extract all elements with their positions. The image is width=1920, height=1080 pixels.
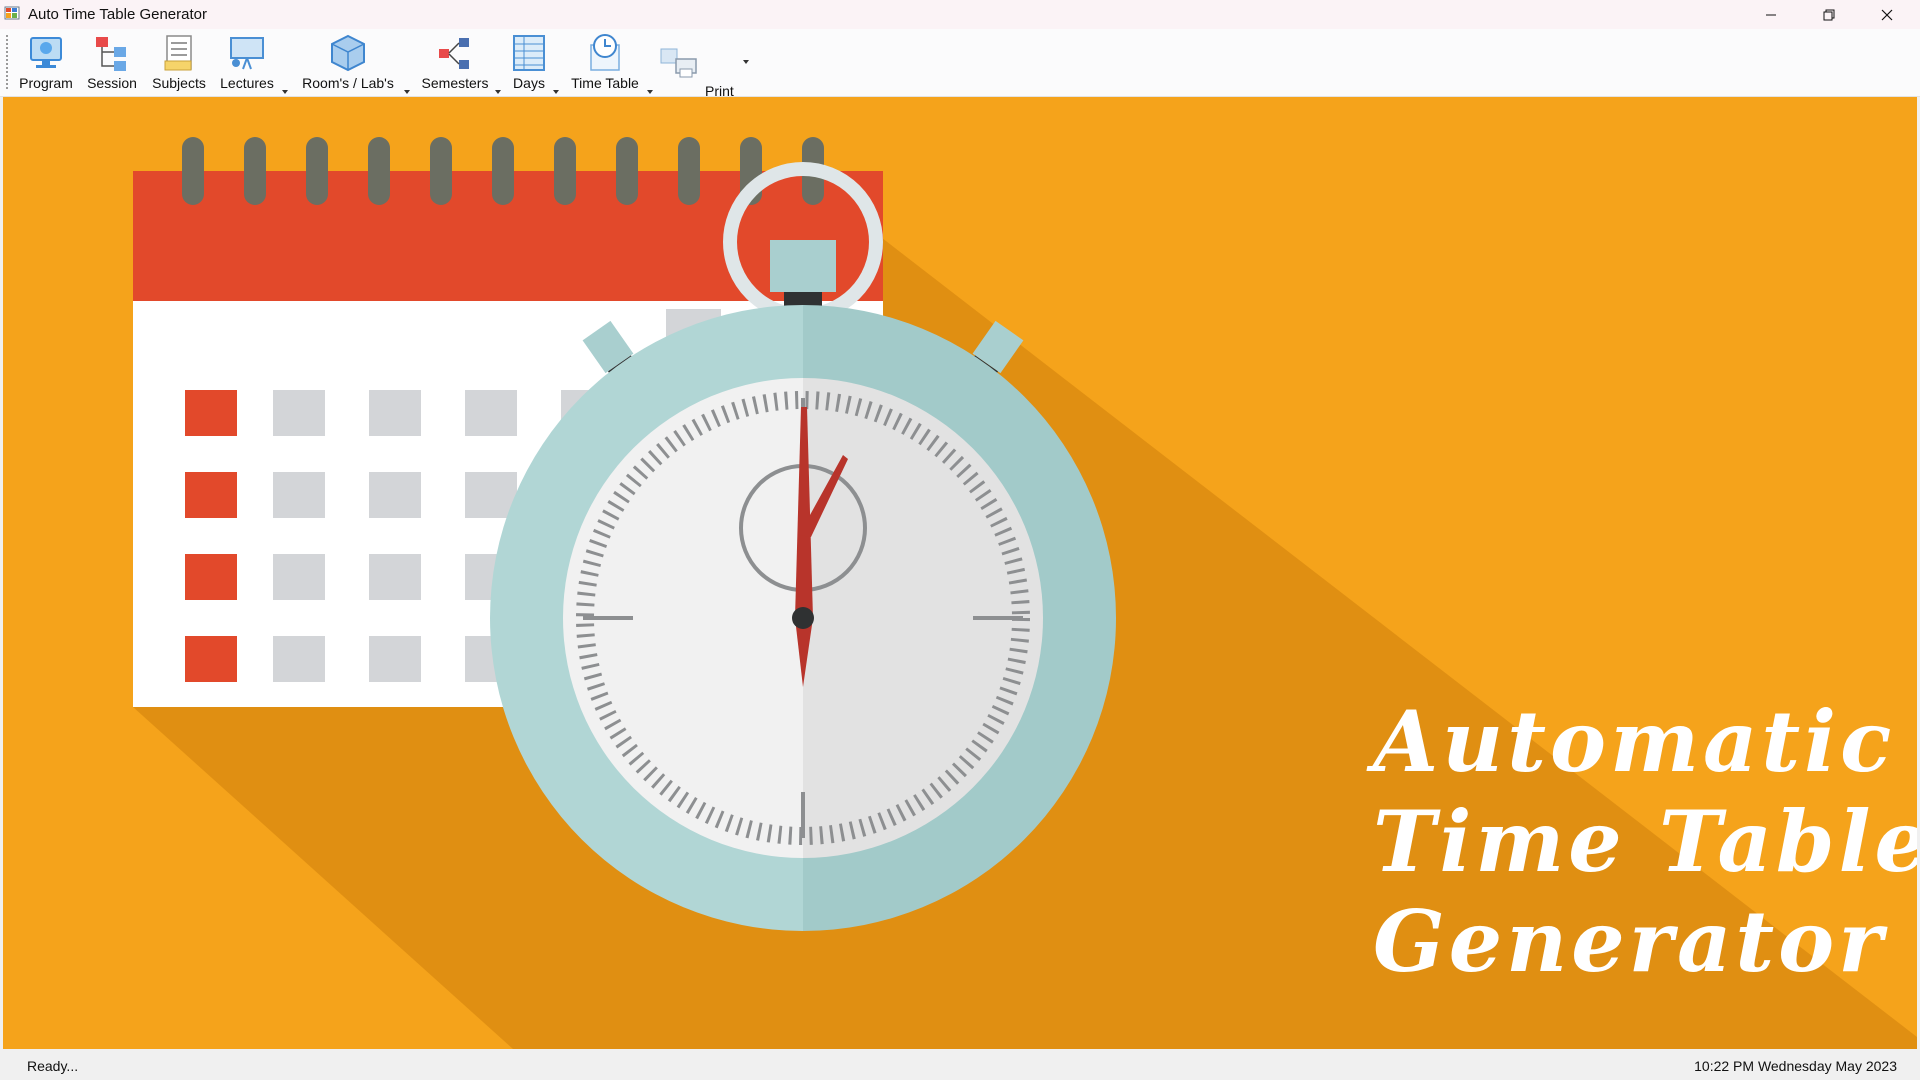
- program-label: Program: [19, 75, 73, 91]
- datetime-text: 10:22 PM Wednesday May 2023: [1694, 1058, 1897, 1074]
- minimize-button[interactable]: [1742, 0, 1800, 29]
- close-button[interactable]: [1858, 0, 1916, 29]
- print-button[interactable]: [658, 45, 698, 85]
- semesters-dropdown-arrow[interactable]: [495, 90, 501, 94]
- semesters-button[interactable]: Semesters: [418, 31, 492, 93]
- session-label: Session: [87, 75, 137, 91]
- lectures-label: Lectures: [220, 75, 274, 91]
- minimize-icon: [1766, 14, 1776, 15]
- toolbar-grip[interactable]: [6, 35, 8, 89]
- title-bar: Auto Time Table Generator: [0, 0, 1920, 29]
- days-dropdown-arrow[interactable]: [553, 90, 559, 94]
- days-label: Days: [513, 75, 545, 91]
- toolbar: Program Session Subjects Lectures Room's…: [0, 29, 1920, 99]
- monitor-icon: [30, 37, 62, 68]
- headline-line-2: Time Table: [1373, 792, 1917, 891]
- app-icon: [4, 6, 20, 20]
- rooms-dropdown-arrow[interactable]: [404, 90, 410, 94]
- lectures-dropdown-arrow[interactable]: [282, 90, 288, 94]
- printer-icon: [660, 48, 697, 78]
- program-button[interactable]: Program: [12, 31, 80, 93]
- timetable-label: Time Table: [571, 75, 639, 91]
- cube-room-icon: [331, 34, 365, 72]
- semesters-label: Semesters: [421, 75, 489, 91]
- rooms-button[interactable]: Room's / Lab's: [296, 31, 400, 93]
- clock-schedule-icon: [590, 34, 620, 71]
- hierarchy-icon: [96, 37, 126, 71]
- document-list-icon: [164, 35, 192, 71]
- subjects-label: Subjects: [152, 75, 206, 91]
- share-nodes-icon: [439, 38, 469, 69]
- status-bar: Ready... 10:22 PM Wednesday May 2023: [0, 1051, 1920, 1080]
- headline-line-3: Generator: [1373, 892, 1887, 991]
- headline-line-1: Automatic: [1373, 692, 1896, 791]
- banner-headline: Automatic Time Table Generator: [1373, 692, 1917, 992]
- session-button[interactable]: Session: [84, 31, 140, 93]
- restore-button[interactable]: [1800, 0, 1858, 29]
- rooms-label: Room's / Lab's: [302, 75, 394, 91]
- timetable-button[interactable]: Time Table: [566, 31, 644, 93]
- status-text: Ready...: [27, 1058, 79, 1074]
- presentation-board-icon: [230, 37, 264, 70]
- banner-panel: Automatic Time Table Generator: [3, 97, 1917, 1049]
- subjects-button[interactable]: Subjects: [148, 31, 210, 93]
- lectures-button[interactable]: Lectures: [216, 31, 278, 93]
- calendar-grid-icon: [513, 35, 545, 71]
- print-dropdown-arrow[interactable]: [743, 60, 749, 64]
- timetable-dropdown-arrow[interactable]: [647, 90, 653, 94]
- days-button[interactable]: Days: [506, 31, 552, 93]
- restore-icon: [1823, 9, 1835, 20]
- window-title: Auto Time Table Generator: [28, 6, 207, 23]
- close-icon: [1881, 9, 1893, 20]
